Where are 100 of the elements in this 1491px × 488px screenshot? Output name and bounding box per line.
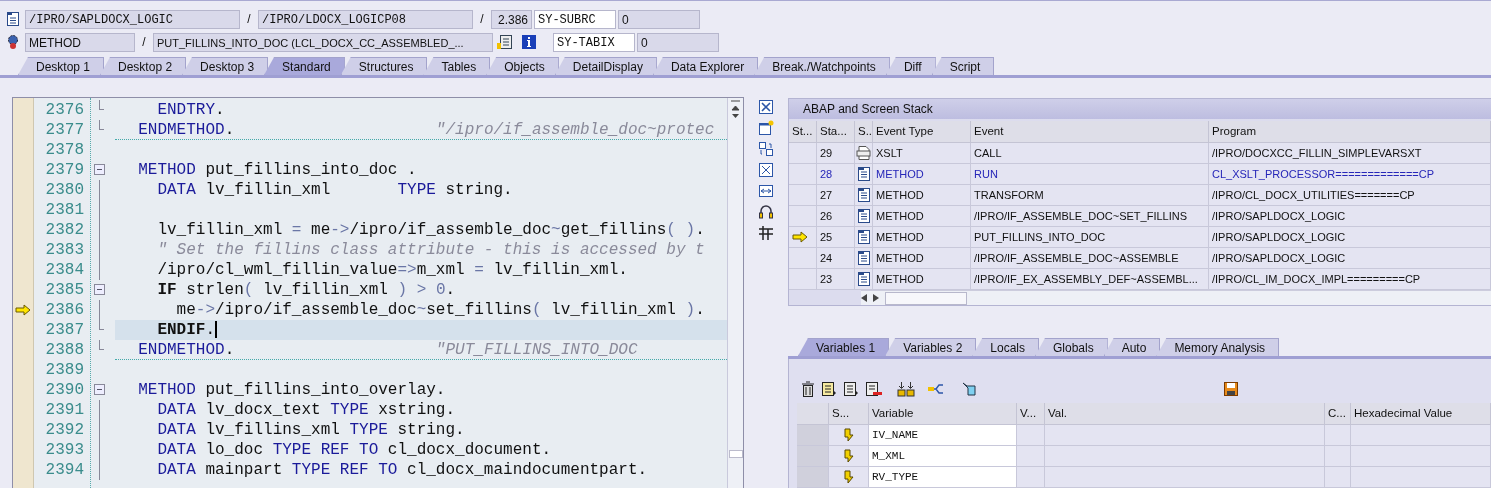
tab[interactable]: Script	[931, 57, 995, 75]
collapse-icon[interactable]	[94, 384, 105, 395]
table-cell: /IPRO/CL_DOCX_UTILITIES=======CP	[1209, 185, 1491, 206]
scroll-down-icon[interactable]	[731, 112, 740, 120]
line-number: 2383	[44, 240, 85, 260]
scroll-left-icon[interactable]	[861, 294, 867, 302]
swap-icon[interactable]	[758, 141, 774, 157]
column-header[interactable]: Program	[1209, 121, 1491, 143]
scroll-thumb[interactable]	[885, 291, 967, 305]
tab[interactable]: Desktop 2	[100, 57, 187, 75]
fold-end-tick	[99, 329, 104, 330]
tab[interactable]: Desktop 3	[182, 57, 269, 75]
collapse-icon[interactable]	[94, 284, 105, 295]
column-header[interactable]: Variable	[869, 403, 1017, 425]
table-cell: 25	[817, 227, 855, 248]
tab[interactable]: Standard	[264, 57, 345, 75]
tab[interactable]: Globals	[1035, 338, 1108, 356]
line-number: 2380	[44, 180, 85, 200]
tab[interactable]: Locals	[972, 338, 1039, 356]
delete-row-icon[interactable]	[865, 381, 883, 397]
info-icon[interactable]	[521, 34, 537, 50]
table-cell: /IPRO/IF_ASSEMBLE_DOC~ASSEMBLE	[971, 248, 1209, 269]
scroll-right-icon[interactable]	[873, 294, 879, 302]
tab[interactable]: Objects	[486, 57, 559, 75]
sort-icon[interactable]	[897, 381, 915, 397]
document-icon	[6, 11, 20, 27]
save-icon[interactable]	[1223, 381, 1239, 397]
table-cell: METHOD	[873, 248, 971, 269]
table-cell: METHOD	[873, 164, 971, 185]
list-icon[interactable]	[843, 381, 859, 397]
table-cell: XSLT	[873, 143, 971, 164]
maximize-icon[interactable]	[758, 162, 774, 178]
column-header[interactable]: Hexadecimal Value	[1351, 403, 1491, 425]
horizontal-scrollbar[interactable]	[861, 290, 1491, 305]
headset-icon[interactable]	[758, 204, 774, 220]
table-cell: TRANSFORM	[971, 185, 1209, 206]
fold-end-tick	[99, 129, 104, 130]
edit-document-icon[interactable]	[497, 34, 513, 50]
column-header[interactable]: S..	[855, 121, 873, 143]
column-header[interactable]: V...	[1017, 403, 1045, 425]
table-cell	[1325, 467, 1351, 488]
table-cell: METHOD	[873, 185, 971, 206]
column-header[interactable]: Event Type	[873, 121, 971, 143]
table-cell: IV_NAME	[869, 425, 1017, 446]
filter-icon[interactable]	[961, 381, 977, 397]
code-line: ENDTRY.	[156, 100, 226, 120]
share-icon[interactable]	[927, 381, 945, 397]
tab[interactable]: Desktop 1	[18, 57, 105, 75]
table-cell: METHOD	[873, 227, 971, 248]
collapse-icon[interactable]	[94, 164, 105, 175]
column-header[interactable]: St...	[789, 121, 817, 143]
code-line: DATA lv_docx_text TYPE xstring.	[156, 400, 457, 420]
table-cell	[1017, 425, 1045, 446]
line-number: 2378	[44, 140, 85, 160]
location-field: /IPRO/SAPLDOCX_LOGIC	[25, 9, 240, 29]
tab[interactable]: DetailDisplay	[554, 57, 657, 75]
layout-icon[interactable]	[758, 225, 774, 241]
column-header[interactable]: S...	[829, 403, 869, 425]
table-cell: 26	[817, 206, 855, 227]
code-line: METHOD put_fillins_into_overlay.	[137, 380, 447, 400]
vertical-scrollbar[interactable]	[727, 98, 743, 488]
code-line: " Set the fillins class attribute - this is accessed by t	[156, 240, 706, 260]
column-header[interactable]: C...	[1325, 403, 1351, 425]
code-line: DATA mainpart TYPE REF TO cl_docx_maindocumentpart.	[156, 460, 649, 480]
resize-width-icon[interactable]	[758, 183, 774, 199]
line-number: 2393	[44, 440, 85, 460]
tab[interactable]: Memory Analysis	[1156, 338, 1280, 356]
fold-line	[99, 340, 100, 350]
code-line: /ipro/cl_wml_fillin_value=>m_xml = lv_fillin_xml.	[156, 260, 629, 280]
system-field-name: SY-TABIX	[553, 32, 635, 52]
list-icon[interactable]	[821, 381, 837, 397]
line-number: 2388	[44, 340, 85, 360]
tab[interactable]: Break./Watchpoints	[754, 57, 890, 75]
code-line: ENDMETHOD. "PUT_FILLINS_INTO_DOC	[115, 340, 727, 360]
tab[interactable]: Auto	[1103, 338, 1161, 356]
tab[interactable]: Data Explorer	[652, 57, 759, 75]
tab[interactable]: Tables	[423, 57, 491, 75]
column-header[interactable]: Val.	[1045, 403, 1325, 425]
table-cell: 28	[817, 164, 855, 185]
code-line: IF strlen( lv_fillin_xml ) > 0.	[156, 280, 457, 300]
table-cell: METHOD	[873, 206, 971, 227]
trash-icon[interactable]	[801, 381, 815, 397]
scroll-thumb[interactable]	[728, 450, 743, 458]
tab[interactable]: Structures	[340, 57, 428, 75]
scroll-up-icon[interactable]	[731, 98, 740, 112]
fold-end-tick	[99, 109, 104, 110]
path-separator: /	[141, 35, 147, 49]
line-number: 2389	[44, 360, 85, 380]
table-cell: 29	[817, 143, 855, 164]
tab[interactable]: Variables 2	[885, 338, 977, 356]
line-number: 2381	[44, 200, 85, 220]
code-line: ENDMETHOD. "/ipro/if_assemble_doc~protec	[115, 120, 727, 140]
close-icon[interactable]	[758, 99, 774, 115]
tab[interactable]: Diff	[885, 57, 936, 75]
column-header[interactable]: Event	[971, 121, 1209, 143]
new-window-icon[interactable]	[758, 120, 774, 136]
column-header[interactable]: Sta...	[817, 121, 855, 143]
path-separator: /	[246, 12, 252, 26]
tab[interactable]: Variables 1	[798, 338, 890, 356]
line-number: 2385	[44, 280, 85, 300]
